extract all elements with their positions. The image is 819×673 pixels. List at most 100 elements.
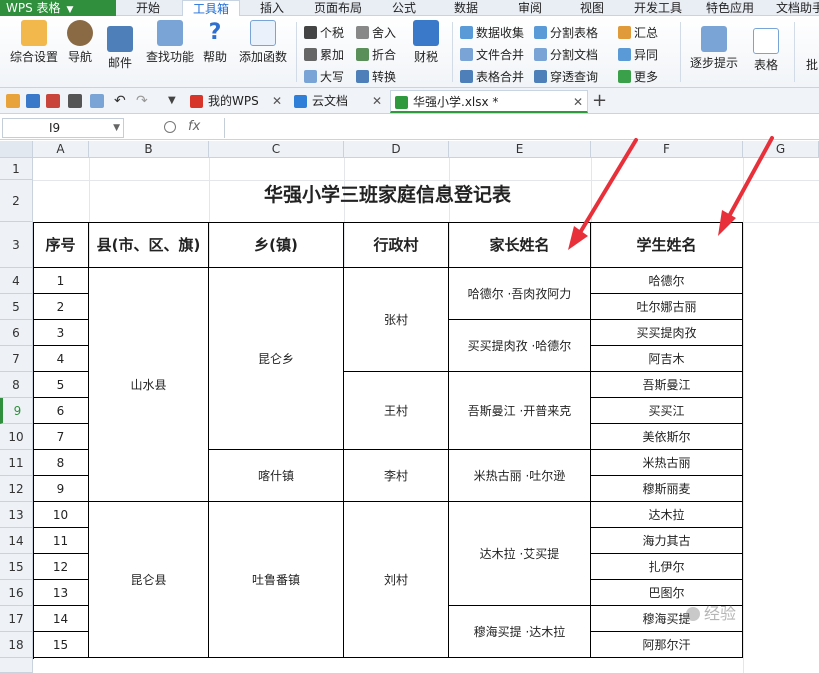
header-seq[interactable]: 序号 xyxy=(33,222,89,268)
town-cell[interactable]: 吐鲁番镇 xyxy=(209,502,344,658)
town-cell[interactable]: 昆仑乡 xyxy=(209,268,344,450)
tab-page-layout[interactable]: 页面布局 xyxy=(308,0,368,16)
seq-cell[interactable]: 12 xyxy=(33,554,89,580)
row-header[interactable]: 2 xyxy=(0,180,33,222)
seq-cell[interactable]: 10 xyxy=(33,502,89,528)
split-table-button[interactable]: 分割表格 xyxy=(534,24,598,42)
uppercase-button[interactable]: 大写 xyxy=(304,68,344,86)
column-header[interactable]: A xyxy=(33,141,89,158)
row-header[interactable]: 1 xyxy=(0,158,33,180)
student-cell[interactable]: 阿吉木 xyxy=(591,346,743,372)
quick-access-dropdown-icon[interactable]: ▼ xyxy=(168,94,182,108)
redo-icon[interactable]: ↷ xyxy=(136,94,150,108)
seq-cell[interactable]: 5 xyxy=(33,372,89,398)
tab-special[interactable]: 特色应用 xyxy=(700,0,760,16)
student-cell[interactable]: 买买提肉孜 xyxy=(591,320,743,346)
finance-button[interactable]: 财税 xyxy=(408,20,444,65)
town-cell[interactable]: 喀什镇 xyxy=(209,450,344,502)
parent-cell[interactable]: 穆海买提 ·达木拉 xyxy=(449,606,591,658)
column-header[interactable]: F xyxy=(591,141,743,158)
drill-query-button[interactable]: 穿透查询 xyxy=(534,68,598,86)
county-cell[interactable]: 山水县 xyxy=(89,268,209,502)
tax-button[interactable]: 个税 xyxy=(304,24,344,42)
close-icon[interactable]: ✕ xyxy=(372,90,382,113)
tab-home[interactable]: 开始 xyxy=(128,0,168,16)
table-merge-button[interactable]: 表格合并 xyxy=(460,68,524,86)
select-all-corner[interactable] xyxy=(0,141,33,158)
student-cell[interactable]: 穆斯丽麦 xyxy=(591,476,743,502)
row-header[interactable]: 15 xyxy=(0,554,33,580)
student-cell[interactable]: 吾斯曼江 xyxy=(591,372,743,398)
village-cell[interactable]: 张村 xyxy=(344,268,449,372)
student-cell[interactable]: 吐尔娜古丽 xyxy=(591,294,743,320)
find-function-button[interactable]: 查找功能 xyxy=(144,20,196,65)
diff-button[interactable]: 异同 xyxy=(618,46,658,64)
file-merge-button[interactable]: 文件合并 xyxy=(460,46,524,64)
village-cell[interactable]: 刘村 xyxy=(344,502,449,658)
row-header[interactable]: 3 xyxy=(0,222,33,268)
seq-cell[interactable]: 6 xyxy=(33,398,89,424)
seq-cell[interactable]: 15 xyxy=(33,632,89,658)
tab-my-wps[interactable]: 我的WPS ✕ xyxy=(186,90,284,113)
split-doc-button[interactable]: 分割文档 xyxy=(534,46,598,64)
sheet-grid[interactable]: 华强小学三班家庭信息登记表 序号 县(市、区、旗) 乡(镇) 行政村 家长姓名 … xyxy=(33,158,819,673)
header-village[interactable]: 行政村 xyxy=(344,222,449,268)
round-button[interactable]: 舍入 xyxy=(356,24,396,42)
student-cell[interactable]: 阿那尔汗 xyxy=(591,632,743,658)
parent-cell[interactable]: 买买提肉孜 ·哈德尔 xyxy=(449,320,591,372)
parent-cell[interactable]: 吾斯曼江 ·开普来克 xyxy=(449,372,591,450)
tab-doc-assistant[interactable]: 文档助手 xyxy=(770,0,819,16)
row-header[interactable]: 10 xyxy=(0,424,33,450)
zoom-icon[interactable] xyxy=(164,121,176,133)
new-tab-icon[interactable]: + xyxy=(592,91,607,111)
row-header[interactable]: 17 xyxy=(0,606,33,632)
tab-view[interactable]: 视图 xyxy=(572,0,612,16)
student-cell[interactable]: 达木拉 xyxy=(591,502,743,528)
seq-cell[interactable]: 7 xyxy=(33,424,89,450)
help-button[interactable]: ? 帮助 xyxy=(198,20,232,65)
summary-button[interactable]: 汇总 xyxy=(618,24,658,42)
print-icon[interactable] xyxy=(68,94,82,108)
column-header[interactable]: C xyxy=(209,141,344,158)
row-header[interactable]: 6 xyxy=(0,320,33,346)
parent-cell[interactable]: 米热古丽 ·吐尔逊 xyxy=(449,450,591,502)
close-icon[interactable]: ✕ xyxy=(573,91,583,114)
tab-workbook[interactable]: 华强小学.xlsx * ✕ xyxy=(390,90,588,113)
student-cell[interactable]: 米热古丽 xyxy=(591,450,743,476)
settings-button[interactable]: 综合设置 xyxy=(6,20,62,65)
fx-icon[interactable]: fx xyxy=(188,119,200,134)
seq-cell[interactable]: 11 xyxy=(33,528,89,554)
chevron-down-icon[interactable]: ▼ xyxy=(113,119,120,137)
open-folder-icon[interactable] xyxy=(6,94,20,108)
save-icon[interactable] xyxy=(26,94,40,108)
county-cell[interactable]: 昆仑县 xyxy=(89,502,209,658)
header-town[interactable]: 乡(镇) xyxy=(209,222,344,268)
row-header[interactable]: 16 xyxy=(0,580,33,606)
tab-formula[interactable]: 公式 xyxy=(384,0,424,16)
row-header[interactable]: 12 xyxy=(0,476,33,502)
pdf-icon[interactable] xyxy=(46,94,60,108)
seq-cell[interactable]: 13 xyxy=(33,580,89,606)
column-header[interactable]: D xyxy=(344,141,449,158)
column-header[interactable]: G xyxy=(743,141,819,158)
row-header[interactable] xyxy=(0,658,33,673)
close-icon[interactable]: ✕ xyxy=(272,90,282,113)
seq-cell[interactable]: 8 xyxy=(33,450,89,476)
row-header[interactable]: 18 xyxy=(0,632,33,658)
student-cell[interactable]: 扎伊尔 xyxy=(591,554,743,580)
header-parent[interactable]: 家长姓名 xyxy=(449,222,591,268)
batch-button[interactable]: 批 xyxy=(800,56,819,73)
row-header[interactable]: 13 xyxy=(0,502,33,528)
seq-cell[interactable]: 4 xyxy=(33,346,89,372)
row-header-selected[interactable]: 9 xyxy=(0,398,33,424)
header-student[interactable]: 学生姓名 xyxy=(591,222,743,268)
tab-review[interactable]: 审阅 xyxy=(510,0,550,16)
column-header[interactable]: B xyxy=(89,141,209,158)
seq-cell[interactable]: 9 xyxy=(33,476,89,502)
data-collect-button[interactable]: 数据收集 xyxy=(460,24,524,42)
column-header[interactable]: E xyxy=(449,141,591,158)
add-function-button[interactable]: 添加函数 xyxy=(236,20,290,65)
transform-button[interactable]: 转换 xyxy=(356,68,396,86)
seq-cell[interactable]: 2 xyxy=(33,294,89,320)
formula-input[interactable] xyxy=(224,118,816,138)
